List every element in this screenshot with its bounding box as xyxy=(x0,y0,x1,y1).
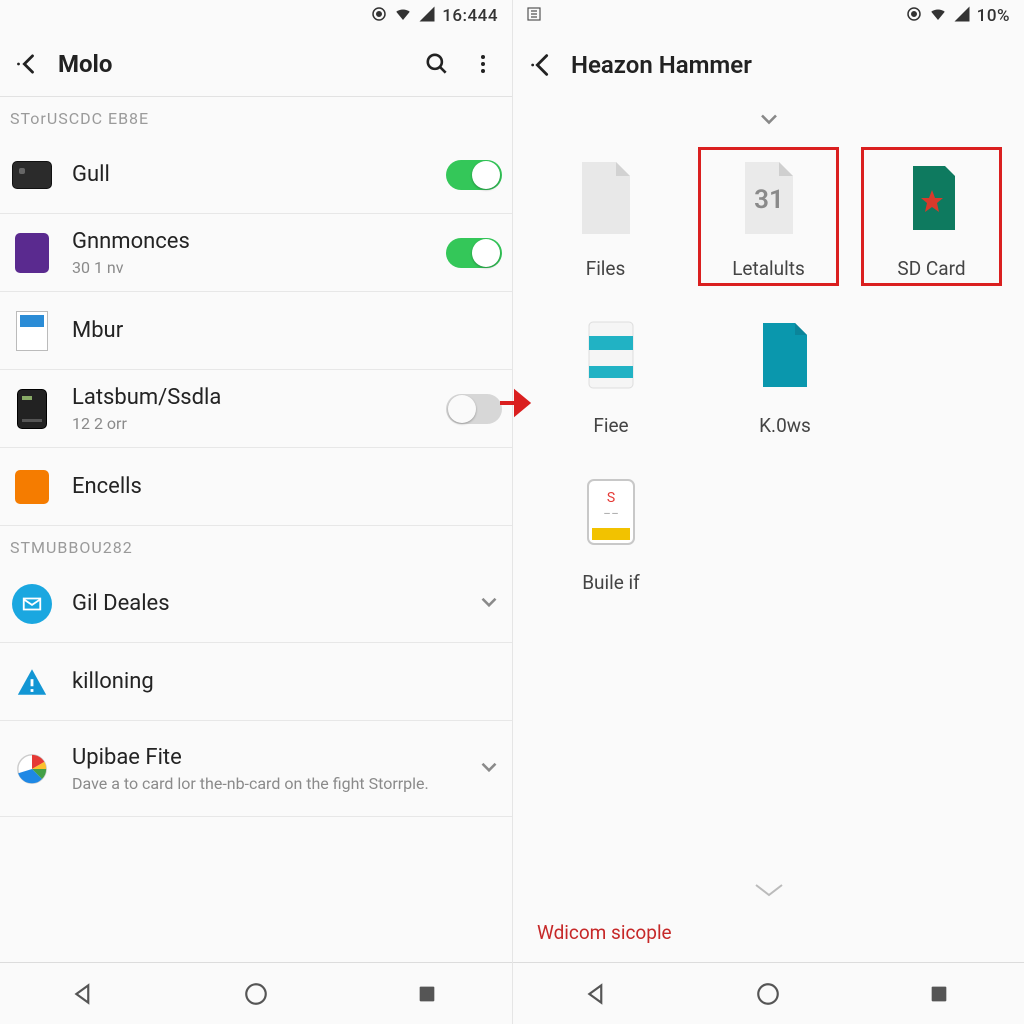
nav-bar-right xyxy=(513,962,1024,1024)
svg-text:S: S xyxy=(607,490,615,506)
item-sublabel: 30 1 nv xyxy=(72,258,438,277)
bottom-chevron-icon xyxy=(513,883,1024,903)
section-header-1: STorUSCDC EB8E xyxy=(0,97,512,136)
app-bar-right: Heazon Hammer xyxy=(513,32,1024,97)
tile-sdcard[interactable]: SD Card xyxy=(867,153,996,280)
list-item[interactable]: Gil Deales xyxy=(0,565,512,643)
nav-recent-button[interactable] xyxy=(919,974,959,1014)
list-item[interactable]: Mbur xyxy=(0,292,512,370)
toggle-gnnmonces[interactable] xyxy=(446,238,502,268)
file-blank-icon xyxy=(567,153,645,243)
battery-percent: 10% xyxy=(977,6,1010,26)
signal-icon xyxy=(418,5,436,28)
page-title: Molo xyxy=(58,50,112,78)
file-teal-icon xyxy=(746,310,824,400)
section-header-2: STMUBBOU282 xyxy=(0,526,512,565)
svg-text:‒ ‒: ‒ ‒ xyxy=(604,508,618,519)
sim-icon: S ‒ ‒ xyxy=(572,467,650,557)
item-sublabel: Dave a to card lor the-nb-card on the fi… xyxy=(72,774,468,793)
item-label: Upibae Fite xyxy=(72,745,468,770)
tile-label: Buile if xyxy=(582,571,640,594)
tile-label: K.0ws xyxy=(759,414,811,437)
app-bar-left: Molo xyxy=(0,32,512,97)
status-bar-right: 10% xyxy=(513,0,1024,32)
right-screen: 10% Heazon Hammer Files 31 Letalults xyxy=(512,0,1024,1024)
file-bars-icon xyxy=(572,310,650,400)
card-icon xyxy=(10,387,54,431)
list-item[interactable]: Upibae Fite Dave a to card lor the-nb-ca… xyxy=(0,721,512,817)
alert-icon xyxy=(10,660,54,704)
page-icon xyxy=(10,309,54,353)
nav-bar-left xyxy=(0,962,512,1024)
signal-icon xyxy=(953,5,971,28)
mail-icon xyxy=(10,582,54,626)
toggle-latsbum[interactable] xyxy=(446,394,502,424)
sdcard-icon xyxy=(893,153,971,243)
tile-buileif[interactable]: S ‒ ‒ Buile if xyxy=(541,467,681,594)
list-item[interactable]: killoning xyxy=(0,643,512,721)
nav-back-button[interactable] xyxy=(578,974,618,1014)
item-label: Latsbum/Ssdla xyxy=(72,385,438,410)
overflow-menu-button[interactable] xyxy=(460,41,506,87)
list-item[interactable]: Gnnmonces 30 1 nv xyxy=(0,214,512,292)
file-31-icon: 31 xyxy=(730,153,808,243)
list-item[interactable]: Encells xyxy=(0,448,512,526)
tile-files[interactable]: Files xyxy=(541,153,670,280)
wifi-icon xyxy=(929,5,947,28)
item-label: killoning xyxy=(72,669,502,694)
item-label: Gil Deales xyxy=(72,591,468,616)
target-icon xyxy=(905,5,923,28)
bottom-hint-text[interactable]: Wdicom sicople xyxy=(513,903,1024,962)
wifi-icon xyxy=(394,5,412,28)
purple-square-icon xyxy=(10,231,54,275)
pie-icon xyxy=(10,747,54,791)
tile-label: SD Card xyxy=(897,257,965,280)
item-label: Mbur xyxy=(72,318,502,343)
nav-back-button[interactable] xyxy=(65,974,105,1014)
expand-chevron[interactable] xyxy=(513,97,1024,143)
status-bar-left: 16:444 xyxy=(0,0,512,32)
nav-home-button[interactable] xyxy=(748,974,788,1014)
search-button[interactable] xyxy=(414,41,460,87)
list-item[interactable]: Gull xyxy=(0,136,512,214)
page-title: Heazon Hammer xyxy=(571,51,752,79)
tile-label: Fiee xyxy=(593,414,628,437)
tile-k0ws[interactable]: K.0ws xyxy=(715,310,855,437)
left-screen: 16:444 Molo STorUSCDC EB8E Gull Gnnmonce… xyxy=(0,0,512,1024)
nav-home-button[interactable] xyxy=(236,974,276,1014)
file-grid: Files 31 Letalults SD Card Fiee xyxy=(513,143,1024,624)
item-label: Encells xyxy=(72,474,502,499)
orange-square-icon xyxy=(10,465,54,509)
toggle-gull[interactable] xyxy=(446,160,502,190)
device-icon xyxy=(10,153,54,197)
item-sublabel: 12 2 orr xyxy=(72,414,438,433)
tile-label: Letalults xyxy=(732,257,805,280)
back-button[interactable] xyxy=(6,41,52,87)
tile-letalults[interactable]: 31 Letalults xyxy=(704,153,833,280)
chevron-down-icon xyxy=(476,589,502,619)
nav-recent-button[interactable] xyxy=(407,974,447,1014)
clock: 16:444 xyxy=(442,6,498,26)
item-label: Gnnmonces xyxy=(72,229,438,254)
list-item[interactable]: Latsbum/Ssdla 12 2 orr xyxy=(0,370,512,448)
notification-icon xyxy=(513,5,543,28)
tile-label: Files xyxy=(586,257,626,280)
item-label: Gull xyxy=(72,162,438,187)
svg-text:31: 31 xyxy=(754,185,784,215)
transition-arrow-icon xyxy=(498,388,538,422)
back-button[interactable] xyxy=(519,42,565,88)
target-icon xyxy=(370,5,388,28)
tile-fiee[interactable]: Fiee xyxy=(541,310,681,437)
chevron-down-icon xyxy=(476,754,502,784)
